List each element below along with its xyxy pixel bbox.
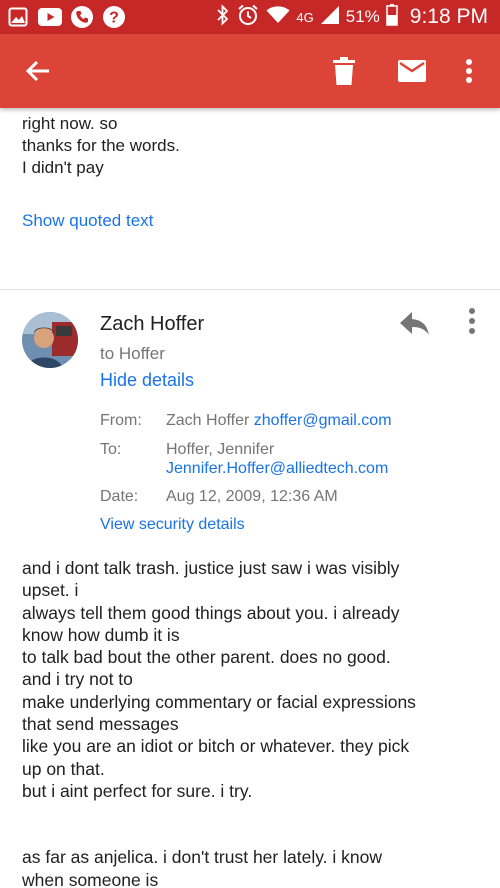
message-divider	[0, 289, 500, 290]
app-bar	[0, 34, 500, 108]
delete-button[interactable]	[320, 34, 368, 108]
arrow-left-icon	[25, 60, 49, 82]
help-icon: ?	[102, 5, 126, 29]
signal-icon	[320, 5, 340, 30]
body-line: make underlying commentary or facial exp…	[22, 691, 416, 712]
text-line: I didn't pay	[22, 158, 104, 177]
status-bar: ? 4G 51% 9:18 PM	[0, 0, 500, 34]
body-line: upset. i	[22, 580, 79, 601]
hide-details-link[interactable]: Hide details	[100, 370, 194, 391]
to-email-link[interactable]: Jennifer.Hoffer@alliedtech.com	[166, 460, 388, 478]
trash-icon	[333, 57, 355, 85]
body-line: as far as anjelica. i don't trust her la…	[22, 847, 382, 868]
back-button[interactable]	[14, 34, 62, 108]
date-value: Aug 12, 2009, 12:36 AM	[166, 488, 338, 505]
gallery-icon	[6, 5, 30, 29]
message-more-button[interactable]	[462, 308, 482, 342]
body-line: up on that.	[22, 758, 105, 779]
text-line: right now. so	[22, 114, 118, 133]
body-line: always tell them good things about you. …	[22, 602, 400, 623]
view-security-details-link[interactable]: View security details	[100, 516, 245, 534]
battery-percent: 51%	[345, 7, 380, 26]
wifi-icon	[266, 5, 290, 30]
more-vert-icon	[469, 308, 475, 334]
body-line: and i dont talk trash. justice just saw …	[22, 558, 400, 578]
body-line: but i aint perfect for sure. i try.	[22, 780, 253, 801]
body-line: when someone is	[22, 869, 159, 888]
recipient-summary: to Hoffer	[100, 344, 165, 363]
reply-button[interactable]	[400, 312, 434, 342]
from-label: From:	[100, 412, 142, 429]
network-indicator: 4G	[296, 9, 314, 25]
from-email-link[interactable]: zhoffer@gmail.com	[254, 412, 392, 429]
date-label: Date:	[100, 488, 139, 505]
message-content: right now. so thanks for the words. I di…	[0, 108, 500, 888]
body-line: like you are an idiot or bitch or whatev…	[22, 736, 410, 757]
more-vert-icon	[466, 59, 472, 83]
youtube-icon	[38, 5, 62, 29]
body-line: to talk bad bout the other parent. does …	[22, 647, 391, 668]
mark-unread-button[interactable]	[388, 34, 436, 108]
message-body: and i dont talk trash. justice just saw …	[22, 557, 482, 888]
phone-icon	[70, 5, 94, 29]
show-quoted-text-link[interactable]: Show quoted text	[22, 211, 153, 231]
to-label: To:	[100, 441, 122, 458]
body-line: that send messages	[22, 714, 179, 735]
envelope-icon	[398, 60, 426, 82]
bluetooth-icon	[216, 3, 230, 31]
svg-text:?: ?	[109, 10, 119, 27]
to-name: Hoffer, Jennifer	[166, 441, 275, 458]
body-line: know how dumb it is	[22, 624, 180, 645]
from-name: Zach Hoffer	[166, 412, 250, 429]
battery-icon	[386, 3, 398, 31]
avatar[interactable]	[22, 312, 78, 368]
alarm-icon	[236, 3, 260, 32]
reply-icon	[400, 312, 429, 335]
from-value: Zach Hoffer zhoffer@gmail.com	[166, 412, 392, 430]
body-line: and i try not to	[22, 669, 133, 690]
text-line: thanks for the words.	[22, 136, 180, 155]
more-options-button[interactable]	[452, 34, 486, 108]
sender-name: Zach Hoffer	[100, 313, 205, 335]
clock: 9:18 PM	[409, 5, 488, 28]
previous-message-text: right now. so thanks for the words. I di…	[22, 113, 180, 179]
